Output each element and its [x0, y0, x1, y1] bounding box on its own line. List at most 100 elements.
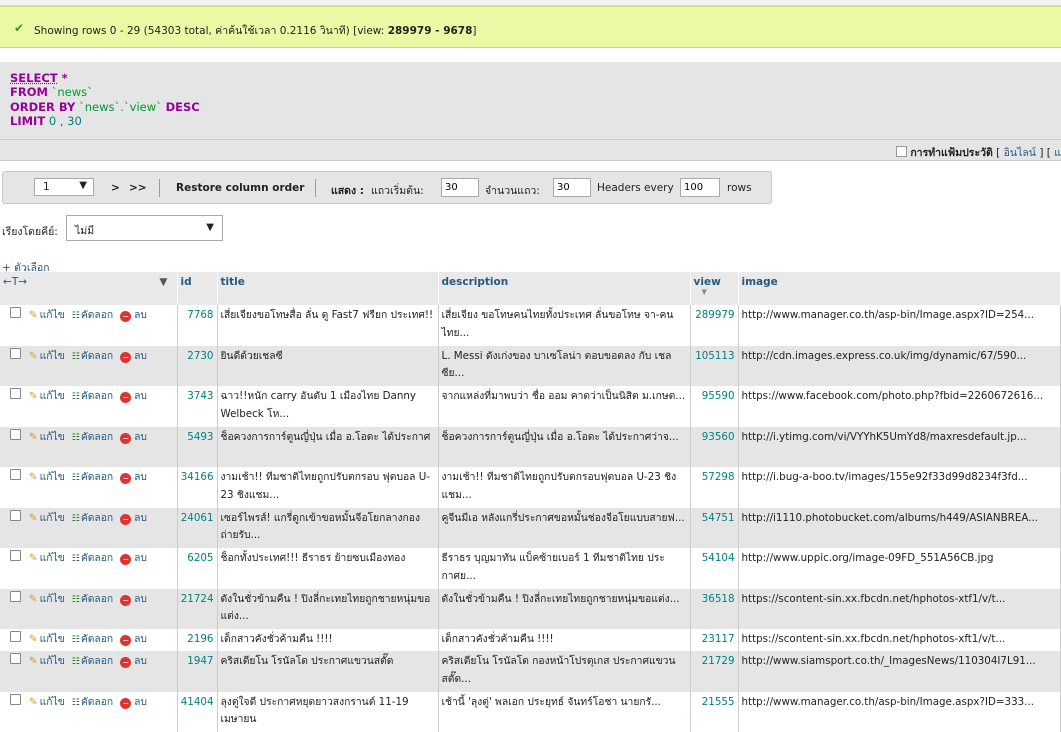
cell-image[interactable]: http://www.uppic.org/image-09FD_551A56CB… — [738, 548, 1060, 589]
cell-image[interactable]: https://www.facebook.com/photo.php?fbid=… — [738, 386, 1060, 427]
row-checkbox[interactable] — [10, 388, 21, 399]
sql-select[interactable]: SELECT — [10, 71, 58, 85]
cell-id[interactable]: 2196 — [177, 629, 217, 651]
cell-image[interactable]: https://scontent-sin.xx.fbcdn.net/hphoto… — [738, 629, 1060, 651]
row-checkbox[interactable] — [10, 307, 21, 318]
cell-description[interactable]: งามเช้า!! ทีมชาติไทยถูกปรับตกรอบฟุตบอล U… — [438, 467, 690, 508]
row-checkbox[interactable] — [10, 591, 21, 602]
start-row-input[interactable] — [441, 178, 479, 197]
edit-button[interactable]: แก้ไข — [40, 552, 65, 564]
cell-description[interactable]: จากแหล่งที่มาพบว่า ชื่อ ออม คาดว่าเป็นนิ… — [438, 386, 690, 427]
edit-button[interactable]: แก้ไข — [40, 309, 65, 321]
edit-button[interactable]: แก้ไข — [40, 471, 65, 483]
cell-id[interactable]: 7768 — [177, 305, 217, 346]
cell-title[interactable]: ฉาว!!หนัก carry อันดับ 1 เมืองไทย Danny … — [217, 386, 438, 427]
cell-image[interactable]: http://www.manager.co.th/asp-bin/Image.a… — [738, 305, 1060, 346]
cell-view[interactable]: 21729 — [690, 651, 738, 692]
cell-id[interactable]: 41404 — [177, 692, 217, 732]
cell-description[interactable]: ดังในชั่วข้ามคืน ! ปิงลี่กะเทยไทยถูกชายห… — [438, 589, 690, 630]
row-count-input[interactable] — [553, 178, 591, 197]
cell-description[interactable]: ธีราธร บุญมาทัน แบ็คซ้ายเบอร์ 1 ทีมชาติไ… — [438, 548, 690, 589]
cell-title[interactable]: ลุงตู่ใจดี ประกาศหยุดยาวสงกรานต์ 11-19 เ… — [217, 692, 438, 732]
cell-description[interactable]: L. Messi ดังเก่งของ บาเซโลน่า ตอบขอตลง ก… — [438, 346, 690, 387]
cell-image[interactable]: http://i.ytimg.com/vi/VYYhK5UmYd8/maxres… — [738, 427, 1060, 468]
copy-button[interactable]: คัดลอก — [81, 431, 113, 443]
cell-description[interactable]: เช้านี้ 'ลุงตู่' พลเอก ประยุทธ์ จันทร์โอ… — [438, 692, 690, 732]
cell-title[interactable]: ช็อควงการการ์ตูนญี่ปุ่น เมื่อ อ.โอดะ ได้… — [217, 427, 438, 468]
delete-button[interactable]: ลบ — [134, 696, 147, 708]
column-header-image[interactable]: image — [738, 272, 1060, 305]
copy-button[interactable]: คัดลอก — [81, 309, 113, 321]
cell-id[interactable]: 24061 — [177, 508, 217, 549]
profiling-checkbox[interactable] — [896, 146, 907, 157]
delete-button[interactable]: ลบ — [134, 309, 147, 321]
cell-view[interactable]: 289979 — [690, 305, 738, 346]
cell-id[interactable]: 34166 — [177, 467, 217, 508]
cell-id[interactable]: 5493 — [177, 427, 217, 468]
cell-description[interactable]: คูจีนมีเอ หลังแกรี่ประกาศขอหมั้นช่องจีอโ… — [438, 508, 690, 549]
headers-every-input[interactable] — [680, 178, 720, 197]
copy-button[interactable]: คัดลอก — [81, 471, 113, 483]
delete-button[interactable]: ลบ — [134, 633, 147, 645]
delete-button[interactable]: ลบ — [134, 655, 147, 667]
cell-title[interactable]: ยินดีด้วยเชลซี — [217, 346, 438, 387]
arrow-left-icon[interactable]: ← — [3, 276, 12, 288]
edit-button[interactable]: แก้ไข — [40, 390, 65, 402]
delete-button[interactable]: ลบ — [134, 350, 147, 362]
column-header-description[interactable]: description — [438, 272, 690, 305]
delete-button[interactable]: ลบ — [134, 431, 147, 443]
cell-view[interactable]: 54104 — [690, 548, 738, 589]
copy-button[interactable]: คัดลอก — [81, 552, 113, 564]
arrow-right-icon[interactable]: → — [18, 276, 27, 288]
delete-button[interactable]: ลบ — [134, 512, 147, 524]
cell-id[interactable]: 2730 — [177, 346, 217, 387]
delete-button[interactable]: ลบ — [134, 390, 147, 402]
copy-button[interactable]: คัดลอก — [81, 633, 113, 645]
cell-description[interactable]: เสี่ยเจียง ขอโทษคนไทยทั้งประเทศ ลั่นขอโท… — [438, 305, 690, 346]
restore-column-order-button[interactable]: Restore column order — [176, 182, 304, 194]
row-checkbox[interactable] — [10, 550, 21, 561]
edit-button[interactable]: แก้ไข — [40, 593, 65, 605]
column-header-view[interactable]: view▼ — [690, 272, 738, 305]
row-checkbox[interactable] — [10, 694, 21, 705]
cell-description[interactable]: เด็กสาวคังชั่วค้ามคืน !!!! — [438, 629, 690, 651]
cell-title[interactable]: ดังในชั่วข้ามคืน ! ปิงลี่กะเทยไทยถูกชายห… — [217, 589, 438, 630]
cell-view[interactable]: 54751 — [690, 508, 738, 549]
last-page-button[interactable]: >> — [129, 182, 147, 194]
cell-image[interactable]: http://www.siamsport.co.th/_ImagesNews/1… — [738, 651, 1060, 692]
cell-image[interactable]: http://cdn.images.express.co.uk/img/dyna… — [738, 346, 1060, 387]
row-checkbox[interactable] — [10, 429, 21, 440]
cell-title[interactable]: เสี่ยเจียงขอโทษสื่อ ลั่น ดู Fast7 ฟรียก … — [217, 305, 438, 346]
cell-image[interactable]: http://i1110.photobucket.com/albums/h449… — [738, 508, 1060, 549]
cell-image[interactable]: http://www.manager.co.th/asp-bin/Image.a… — [738, 692, 1060, 732]
cell-image[interactable]: http://i.bug-a-boo.tv/images/155e92f33d9… — [738, 467, 1060, 508]
edit-button[interactable]: แก้ไข — [40, 512, 65, 524]
cell-id[interactable]: 21724 — [177, 589, 217, 630]
copy-button[interactable]: คัดลอก — [81, 512, 113, 524]
cell-title[interactable]: ช็อกทั้งประเทศ!!! ธีราธร ย้ายซบเมืองทอง — [217, 548, 438, 589]
cell-view[interactable]: 36518 — [690, 589, 738, 630]
edit-button[interactable]: แก้ไข — [40, 350, 65, 362]
sort-by-key-select[interactable]: ไม่มี▼ — [66, 215, 223, 241]
page-select[interactable]: 1▼ — [34, 178, 94, 196]
cell-view[interactable]: 21555 — [690, 692, 738, 732]
cell-title[interactable]: งามเช้า!! ทีมชาติไทยถูกปรับตกรอบ ฟุตบอล … — [217, 467, 438, 508]
cell-id[interactable]: 6205 — [177, 548, 217, 589]
copy-button[interactable]: คัดลอก — [81, 593, 113, 605]
cell-title[interactable]: เด็กสาวคังชั่วค้ามคืน !!!! — [217, 629, 438, 651]
more-link[interactable]: แ — [1054, 147, 1061, 159]
cell-description[interactable]: คริสเตียโน โรนัลโด กองหน้าโปรตุเกส ประกา… — [438, 651, 690, 692]
cell-view[interactable]: 105113 — [690, 346, 738, 387]
cell-view[interactable]: 93560 — [690, 427, 738, 468]
cell-image[interactable]: https://scontent-sin.xx.fbcdn.net/hphoto… — [738, 589, 1060, 630]
row-checkbox[interactable] — [10, 348, 21, 359]
delete-button[interactable]: ลบ — [134, 593, 147, 605]
row-checkbox[interactable] — [10, 510, 21, 521]
cell-title[interactable]: เซอร์ไพรส์! แกรี่ดูกเข้าขอหมั้นจีอโยกลาง… — [217, 508, 438, 549]
cell-view[interactable]: 23117 — [690, 629, 738, 651]
column-header-title[interactable]: title — [217, 272, 438, 305]
column-menu-icon[interactable]: ▼ — [159, 276, 167, 288]
cell-id[interactable]: 3743 — [177, 386, 217, 427]
copy-button[interactable]: คัดลอก — [81, 696, 113, 708]
edit-button[interactable]: แก้ไข — [40, 696, 65, 708]
